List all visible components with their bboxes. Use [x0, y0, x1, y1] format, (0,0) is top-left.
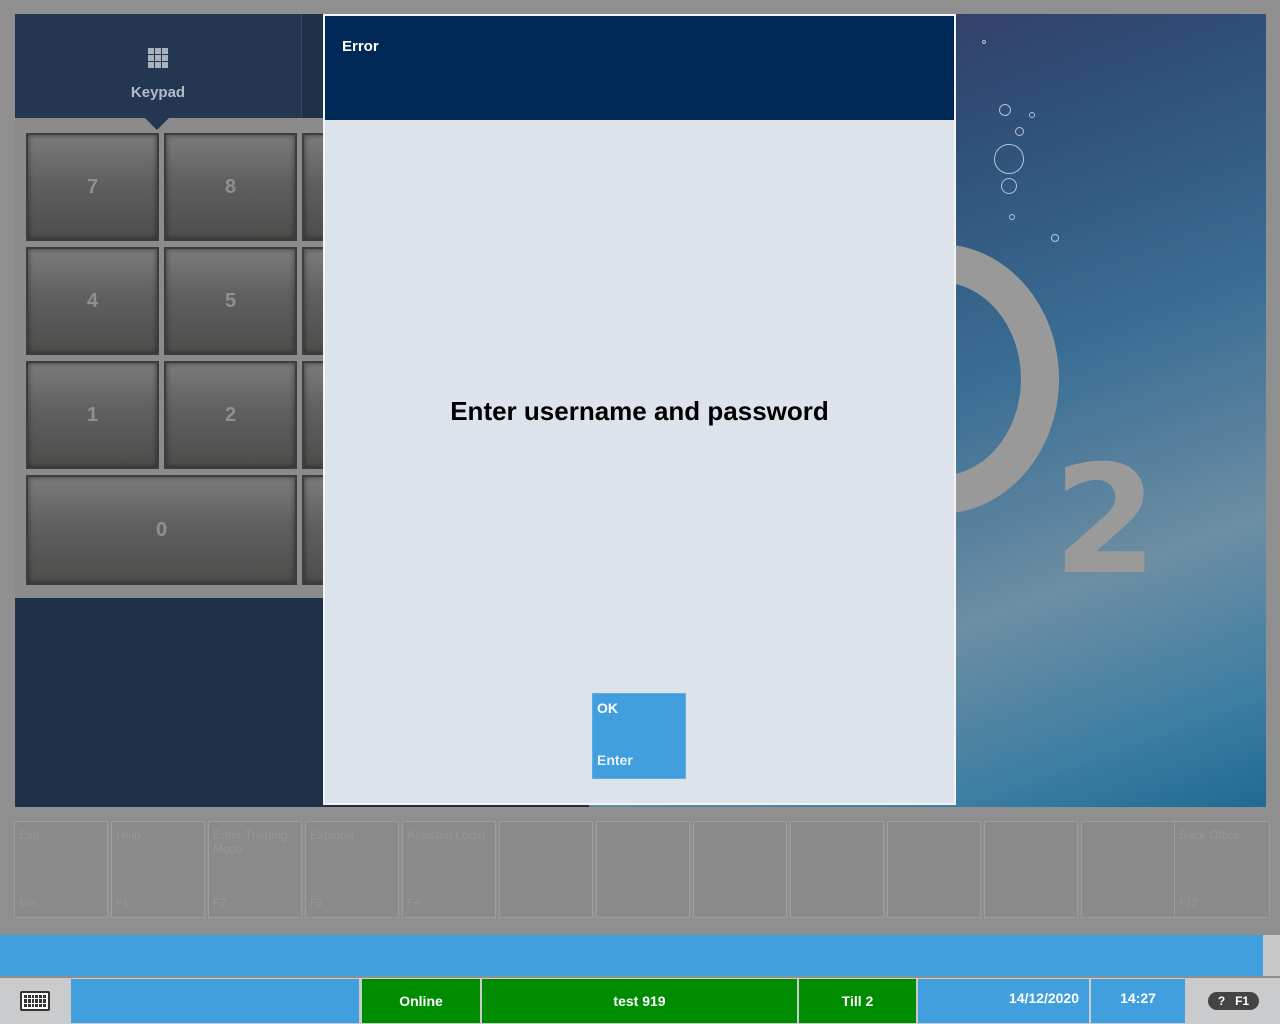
fkey-empty[interactable]: [887, 821, 981, 918]
status-bar: Online test 919 Till 2 14/12/2020 14:27 …: [0, 978, 1280, 1024]
ok-button-label: OK: [597, 700, 618, 716]
dialog-message: Enter username and password: [450, 396, 829, 426]
o2-logo-subscript: 2: [1053, 434, 1158, 608]
fkey-empty[interactable]: [596, 821, 690, 918]
tab-pointer: [143, 116, 171, 130]
key-0[interactable]: 0: [26, 475, 297, 585]
fkey-label: Back Office: [1179, 828, 1241, 842]
message-bar: [0, 935, 1263, 976]
fkey-empty[interactable]: [1081, 821, 1175, 918]
fkey-back-office[interactable]: Back Office F12: [1174, 821, 1270, 918]
fkey-empty[interactable]: [790, 821, 884, 918]
date-display: 14/12/2020: [918, 979, 1089, 1023]
fkey-empty[interactable]: [499, 821, 593, 918]
ok-button-hotkey: Enter: [597, 752, 633, 768]
fkey-code: Esc: [19, 897, 38, 909]
fkey-empty[interactable]: [984, 821, 1078, 918]
key-7[interactable]: 7: [26, 133, 159, 241]
fkey-help[interactable]: Help F1: [111, 821, 205, 918]
help-question-icon: ?: [1217, 994, 1226, 1008]
fkey-exit[interactable]: Exit Esc: [14, 821, 108, 918]
keyboard-icon[interactable]: [20, 991, 50, 1011]
bubble: [1001, 178, 1017, 194]
function-key-row: Exit Esc Help F1 Enter Training Mode F2 Exp…: [14, 821, 1270, 918]
key-2[interactable]: 2: [164, 361, 297, 469]
fkey-label: Enter Training Mode: [213, 828, 288, 856]
fkey-label: Assisted Login: [407, 828, 486, 842]
key-8[interactable]: 8: [164, 133, 297, 241]
connection-status: Online: [362, 979, 480, 1023]
bubble: [1015, 127, 1024, 136]
bubble: [994, 144, 1024, 174]
key-4[interactable]: 4: [26, 247, 159, 355]
fkey-code: F2: [213, 897, 226, 909]
till-status: Till 2: [799, 979, 916, 1023]
bubble: [1009, 214, 1015, 220]
status-info-blank: [71, 979, 359, 1023]
fkey-explorer[interactable]: Explorer F3: [305, 821, 399, 918]
key-5[interactable]: 5: [164, 247, 297, 355]
keypad-grid-icon: [148, 48, 168, 68]
fkey-code: F12: [1179, 897, 1198, 909]
help-key-label: F1: [1235, 994, 1250, 1008]
ok-button[interactable]: OK Enter: [592, 693, 686, 779]
bubble: [999, 104, 1011, 116]
fkey-label: Exit: [19, 828, 40, 842]
fkey-code: F3: [310, 897, 323, 909]
help-button[interactable]: ? F1: [1208, 992, 1259, 1010]
dialog-header: Error: [325, 16, 954, 120]
bubble: [1051, 234, 1059, 242]
fkey-empty[interactable]: [693, 821, 787, 918]
fkey-code: F1: [116, 897, 129, 909]
user-status: test 919: [482, 979, 797, 1023]
fkey-label: Help: [116, 828, 141, 842]
keypad-tab-label: Keypad: [130, 84, 186, 101]
time-display: 14:27: [1091, 979, 1185, 1023]
error-dialog: Error Enter username and password OK Ent…: [323, 14, 956, 805]
keypad-tab[interactable]: Keypad: [15, 14, 302, 118]
dialog-title: Error: [342, 38, 379, 55]
fkey-code: F4: [407, 897, 420, 909]
key-1[interactable]: 1: [26, 361, 159, 469]
bubble: [1029, 112, 1035, 118]
fkey-training-mode[interactable]: Enter Training Mode F2: [208, 821, 302, 918]
fkey-label: Explorer: [310, 828, 355, 842]
bubble: [982, 40, 986, 44]
message-bar-scroll: [1263, 935, 1280, 976]
fkey-assisted-login[interactable]: Assisted Login F4: [402, 821, 496, 918]
